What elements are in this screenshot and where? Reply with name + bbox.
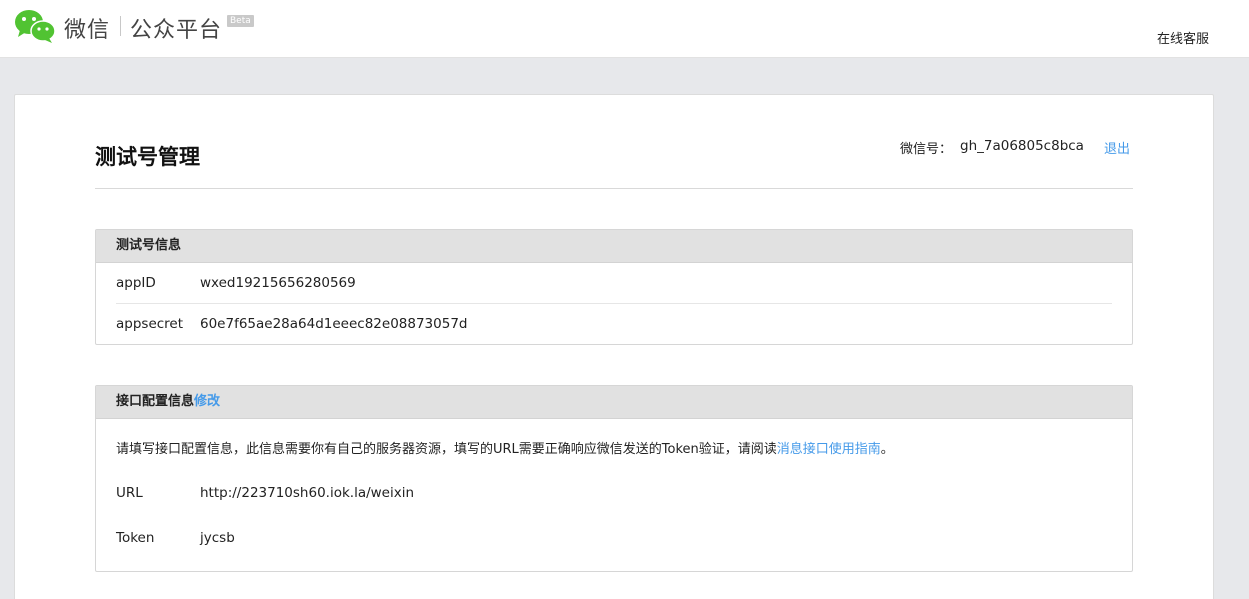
appsecret-value: 60e7f65ae28a64d1eeec82e08873057d: [200, 316, 468, 332]
interface-config-heading-text: 接口配置信息: [116, 394, 195, 409]
message-api-guide-link[interactable]: 消息接口使用指南: [777, 442, 881, 457]
token-value: jycsb: [200, 530, 235, 546]
appid-row: appID wxed19215656280569: [116, 263, 1112, 304]
appsecret-label: appsecret: [116, 316, 184, 332]
token-label: Token: [116, 530, 155, 546]
config-notice-end: 。: [880, 442, 894, 457]
online-service-link[interactable]: 在线客服: [1157, 28, 1209, 47]
beta-badge: Beta: [227, 15, 254, 27]
config-notice-text: 请填写接口配置信息，此信息需要你有自己的服务器资源，填写的URL需要正确响应微信…: [116, 442, 777, 457]
account-label: 微信号：: [900, 142, 953, 157]
interface-config-panel: 接口配置信息修改 请填写接口配置信息，此信息需要你有自己的服务器资源，填写的UR…: [95, 385, 1133, 572]
edit-config-link[interactable]: 修改: [194, 394, 220, 409]
appsecret-row: appsecret 60e7f65ae28a64d1eeec82e0887305…: [116, 304, 1112, 345]
scrollbar[interactable]: [1241, 58, 1249, 599]
token-row: Token jycsb: [116, 516, 1112, 561]
test-account-heading: 测试号信息: [96, 230, 1132, 263]
platform-name[interactable]: 公众平台: [130, 12, 222, 44]
config-notice: 请填写接口配置信息，此信息需要你有自己的服务器资源，填写的URL需要正确响应微信…: [116, 441, 1112, 459]
account-id: gh_7a06805c8bca: [960, 138, 1084, 154]
appid-value: wxed19215656280569: [200, 275, 356, 291]
main-card: 测试号管理 微信号： gh_7a06805c8bca 退出 测试号信息 appI…: [14, 94, 1214, 599]
appid-label: appID: [116, 275, 156, 291]
logout-link[interactable]: 退出: [1104, 138, 1130, 157]
title-divider: [95, 188, 1133, 189]
brand-name[interactable]: 微信: [64, 12, 110, 44]
url-value: http://223710sh60.iok.la/weixin: [200, 485, 415, 501]
url-row: URL http://223710sh60.iok.la/weixin: [116, 471, 1112, 516]
top-bar: 微信 公众平台 Beta 在线客服: [0, 0, 1249, 58]
brand-divider: [120, 16, 121, 36]
test-account-heading-text: 测试号信息: [116, 238, 182, 253]
interface-config-heading: 接口配置信息修改: [96, 386, 1132, 419]
test-account-panel: 测试号信息 appID wxed19215656280569 appsecret…: [95, 229, 1133, 345]
page-title: 测试号管理: [95, 145, 200, 169]
wechat-logo-icon[interactable]: [14, 8, 56, 44]
url-label: URL: [116, 485, 143, 501]
